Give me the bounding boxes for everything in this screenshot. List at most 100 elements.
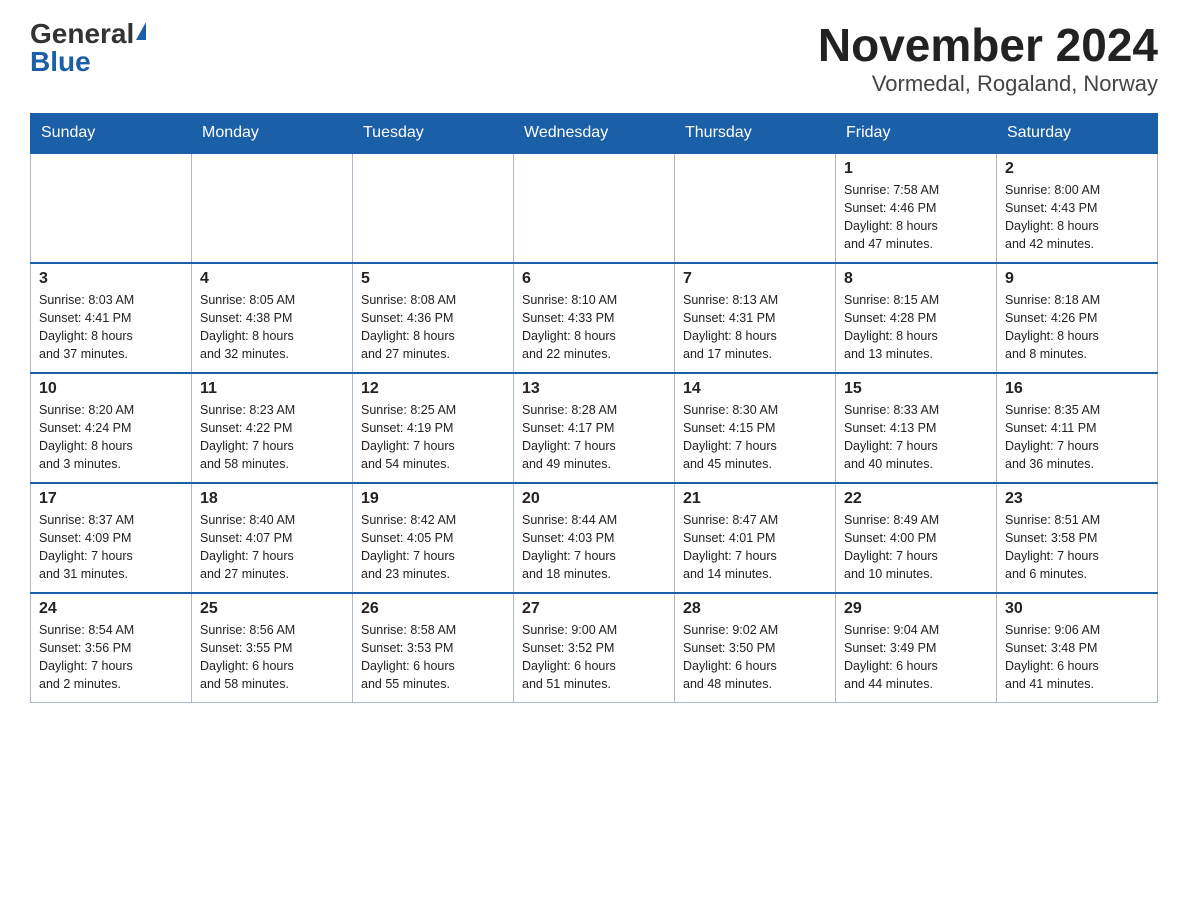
day-info: Sunrise: 8:20 AM Sunset: 4:24 PM Dayligh…: [39, 401, 183, 474]
day-info: Sunrise: 8:18 AM Sunset: 4:26 PM Dayligh…: [1005, 291, 1149, 364]
day-number: 2: [1005, 160, 1149, 178]
day-info: Sunrise: 8:58 AM Sunset: 3:53 PM Dayligh…: [361, 621, 505, 694]
day-number: 12: [361, 380, 505, 398]
day-info: Sunrise: 9:04 AM Sunset: 3:49 PM Dayligh…: [844, 621, 988, 694]
day-number: 3: [39, 270, 183, 288]
day-info: Sunrise: 8:40 AM Sunset: 4:07 PM Dayligh…: [200, 511, 344, 584]
weekday-header-sunday: Sunday: [31, 113, 192, 153]
day-number: 7: [683, 270, 827, 288]
calendar-week-row: 10 Sunrise: 8:20 AM Sunset: 4:24 PM Dayli…: [31, 373, 1158, 483]
calendar-cell: [192, 153, 353, 263]
calendar-cell: 9 Sunrise: 8:18 AM Sunset: 4:26 PM Daylig…: [997, 263, 1158, 373]
day-info: Sunrise: 8:56 AM Sunset: 3:55 PM Dayligh…: [200, 621, 344, 694]
weekday-header-monday: Monday: [192, 113, 353, 153]
day-number: 22: [844, 490, 988, 508]
day-info: Sunrise: 8:35 AM Sunset: 4:11 PM Dayligh…: [1005, 401, 1149, 474]
day-info: Sunrise: 8:23 AM Sunset: 4:22 PM Dayligh…: [200, 401, 344, 474]
weekday-header-friday: Friday: [836, 113, 997, 153]
weekday-header-tuesday: Tuesday: [353, 113, 514, 153]
calendar-cell: [353, 153, 514, 263]
logo: General Blue: [30, 20, 146, 76]
day-info: Sunrise: 7:58 AM Sunset: 4:46 PM Dayligh…: [844, 181, 988, 254]
calendar-header-row: SundayMondayTuesdayWednesdayThursdayFrid…: [31, 113, 1158, 153]
day-number: 21: [683, 490, 827, 508]
calendar-cell: 23 Sunrise: 8:51 AM Sunset: 3:58 PM Dayli…: [997, 483, 1158, 593]
day-number: 26: [361, 600, 505, 618]
calendar-cell: 5 Sunrise: 8:08 AM Sunset: 4:36 PM Daylig…: [353, 263, 514, 373]
day-number: 29: [844, 600, 988, 618]
day-number: 17: [39, 490, 183, 508]
day-number: 13: [522, 380, 666, 398]
calendar-cell: 24Sunrise: 8:54 AM Sunset: 3:56 PM Dayli…: [31, 593, 192, 703]
calendar-cell: 30Sunrise: 9:06 AM Sunset: 3:48 PM Dayli…: [997, 593, 1158, 703]
day-number: 9: [1005, 270, 1149, 288]
day-number: 5: [361, 270, 505, 288]
day-info: Sunrise: 8:10 AM Sunset: 4:33 PM Dayligh…: [522, 291, 666, 364]
calendar-title: November 2024: [818, 20, 1158, 71]
logo-triangle-icon: [136, 22, 146, 40]
day-info: Sunrise: 8:49 AM Sunset: 4:00 PM Dayligh…: [844, 511, 988, 584]
day-info: Sunrise: 8:25 AM Sunset: 4:19 PM Dayligh…: [361, 401, 505, 474]
calendar-cell: 27Sunrise: 9:00 AM Sunset: 3:52 PM Dayli…: [514, 593, 675, 703]
calendar-cell: 2Sunrise: 8:00 AM Sunset: 4:43 PM Daylig…: [997, 153, 1158, 263]
calendar-cell: 6Sunrise: 8:10 AM Sunset: 4:33 PM Daylig…: [514, 263, 675, 373]
calendar-cell: 25 Sunrise: 8:56 AM Sunset: 3:55 PM Dayli…: [192, 593, 353, 703]
title-area: November 2024 Vormedal, Rogaland, Norway: [818, 20, 1158, 97]
calendar-cell: 21 Sunrise: 8:47 AM Sunset: 4:01 PM Dayli…: [675, 483, 836, 593]
day-info: Sunrise: 8:05 AM Sunset: 4:38 PM Dayligh…: [200, 291, 344, 364]
day-number: 28: [683, 600, 827, 618]
day-number: 11: [200, 380, 344, 398]
calendar-cell: 18 Sunrise: 8:40 AM Sunset: 4:07 PM Dayli…: [192, 483, 353, 593]
calendar-cell: 11 Sunrise: 8:23 AM Sunset: 4:22 PM Dayli…: [192, 373, 353, 483]
calendar-cell: 13 Sunrise: 8:28 AM Sunset: 4:17 PM Dayli…: [514, 373, 675, 483]
day-info: Sunrise: 8:37 AM Sunset: 4:09 PM Dayligh…: [39, 511, 183, 584]
day-info: Sunrise: 8:08 AM Sunset: 4:36 PM Dayligh…: [361, 291, 505, 364]
day-info: Sunrise: 8:28 AM Sunset: 4:17 PM Dayligh…: [522, 401, 666, 474]
day-number: 8: [844, 270, 988, 288]
calendar-cell: 26 Sunrise: 8:58 AM Sunset: 3:53 PM Dayli…: [353, 593, 514, 703]
calendar-cell: [675, 153, 836, 263]
day-info: Sunrise: 8:13 AM Sunset: 4:31 PM Dayligh…: [683, 291, 827, 364]
day-info: Sunrise: 8:51 AM Sunset: 3:58 PM Dayligh…: [1005, 511, 1149, 584]
calendar-cell: 14Sunrise: 8:30 AM Sunset: 4:15 PM Dayli…: [675, 373, 836, 483]
day-number: 23: [1005, 490, 1149, 508]
calendar-cell: 17 Sunrise: 8:37 AM Sunset: 4:09 PM Dayli…: [31, 483, 192, 593]
calendar-cell: 15 Sunrise: 8:33 AM Sunset: 4:13 PM Dayli…: [836, 373, 997, 483]
calendar-cell: 10 Sunrise: 8:20 AM Sunset: 4:24 PM Dayli…: [31, 373, 192, 483]
calendar-cell: 29 Sunrise: 9:04 AM Sunset: 3:49 PM Dayli…: [836, 593, 997, 703]
calendar-cell: [514, 153, 675, 263]
day-info: Sunrise: 9:02 AM Sunset: 3:50 PM Dayligh…: [683, 621, 827, 694]
day-number: 19: [361, 490, 505, 508]
weekday-header-wednesday: Wednesday: [514, 113, 675, 153]
day-number: 18: [200, 490, 344, 508]
calendar-cell: 4Sunrise: 8:05 AM Sunset: 4:38 PM Daylig…: [192, 263, 353, 373]
calendar-cell: 12 Sunrise: 8:25 AM Sunset: 4:19 PM Dayli…: [353, 373, 514, 483]
weekday-header-thursday: Thursday: [675, 113, 836, 153]
calendar-cell: 1 Sunrise: 7:58 AM Sunset: 4:46 PM Daylig…: [836, 153, 997, 263]
day-number: 15: [844, 380, 988, 398]
day-info: Sunrise: 8:44 AM Sunset: 4:03 PM Dayligh…: [522, 511, 666, 584]
calendar-cell: 19Sunrise: 8:42 AM Sunset: 4:05 PM Dayli…: [353, 483, 514, 593]
calendar-subtitle: Vormedal, Rogaland, Norway: [818, 71, 1158, 97]
day-info: Sunrise: 8:33 AM Sunset: 4:13 PM Dayligh…: [844, 401, 988, 474]
day-number: 1: [844, 160, 988, 178]
day-number: 16: [1005, 380, 1149, 398]
day-info: Sunrise: 8:47 AM Sunset: 4:01 PM Dayligh…: [683, 511, 827, 584]
calendar-week-row: 17 Sunrise: 8:37 AM Sunset: 4:09 PM Dayli…: [31, 483, 1158, 593]
day-number: 20: [522, 490, 666, 508]
day-info: Sunrise: 8:30 AM Sunset: 4:15 PM Dayligh…: [683, 401, 827, 474]
calendar-cell: 16 Sunrise: 8:35 AM Sunset: 4:11 PM Dayli…: [997, 373, 1158, 483]
day-number: 25: [200, 600, 344, 618]
logo-blue-text: Blue: [30, 48, 91, 76]
day-info: Sunrise: 8:03 AM Sunset: 4:41 PM Dayligh…: [39, 291, 183, 364]
calendar-cell: 7 Sunrise: 8:13 AM Sunset: 4:31 PM Daylig…: [675, 263, 836, 373]
day-number: 10: [39, 380, 183, 398]
calendar-cell: 8 Sunrise: 8:15 AM Sunset: 4:28 PM Daylig…: [836, 263, 997, 373]
day-number: 30: [1005, 600, 1149, 618]
calendar-cell: 20 Sunrise: 8:44 AM Sunset: 4:03 PM Dayli…: [514, 483, 675, 593]
day-info: Sunrise: 9:00 AM Sunset: 3:52 PM Dayligh…: [522, 621, 666, 694]
calendar-week-row: 24Sunrise: 8:54 AM Sunset: 3:56 PM Dayli…: [31, 593, 1158, 703]
day-info: Sunrise: 8:15 AM Sunset: 4:28 PM Dayligh…: [844, 291, 988, 364]
calendar-cell: 22 Sunrise: 8:49 AM Sunset: 4:00 PM Dayli…: [836, 483, 997, 593]
calendar-cell: 28 Sunrise: 9:02 AM Sunset: 3:50 PM Dayli…: [675, 593, 836, 703]
